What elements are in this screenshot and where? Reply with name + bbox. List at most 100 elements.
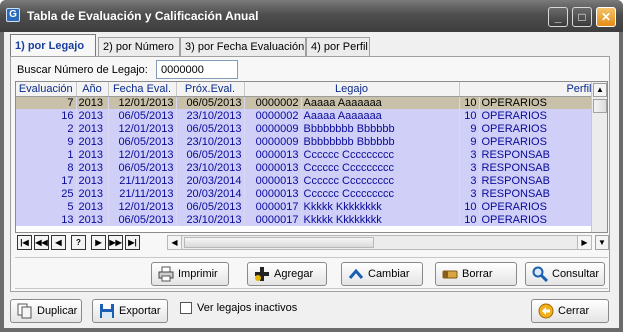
column-header-prox-eval[interactable]: Próx.Eval. xyxy=(176,82,245,97)
tab-label: 1) por Legajo xyxy=(15,40,85,52)
cell-evaluacion: 7 xyxy=(16,96,77,109)
tab-label: 3) por Fecha Evaluación xyxy=(185,41,305,53)
cell-legajo-nombre: Kkkkk Kkkkkkkk xyxy=(301,200,460,213)
cell-legajo-nombre: Aaaaa Aaaaaaa xyxy=(301,96,460,109)
cell-legajo-nombre: Bbbbbbbb Bbbbbb xyxy=(301,122,460,135)
cell-prox-eval: 20/03/2014 xyxy=(176,174,245,187)
cell-legajo-numero: 0000002 xyxy=(244,96,302,109)
nav-next-icon[interactable]: ▶ xyxy=(91,235,106,250)
column-header-anio[interactable]: Año xyxy=(76,82,109,97)
scroll-left-icon[interactable]: ◀ xyxy=(168,236,182,249)
grid-vertical-scrollbar[interactable]: ▲ xyxy=(591,82,607,232)
table-row[interactable]: 7 2013 12/01/2013 06/05/2013 0000002 Aaaaa Aa… xyxy=(16,96,595,109)
nav-help-icon[interactable]: ? xyxy=(71,235,86,250)
printer-icon xyxy=(158,266,174,282)
duplicar-button[interactable]: Duplicar xyxy=(10,299,82,323)
cell-prox-eval: 06/05/2013 xyxy=(176,122,245,135)
evaluations-grid[interactable]: Evaluación Año Fecha Eval. Próx.Eval. Le… xyxy=(15,81,608,233)
cell-anio: 2013 xyxy=(76,213,109,226)
cell-perfil: OPERARIOS xyxy=(479,109,595,122)
borrar-label: Borrar xyxy=(462,268,493,280)
cell-perfil: OPERARIOS xyxy=(479,135,595,148)
cambiar-button[interactable]: Cambiar xyxy=(341,262,423,286)
cell-fecha-eval: 12/01/2013 xyxy=(108,148,177,161)
cell-legajo-nombre: Aaaaa Aaaaaaa xyxy=(301,109,460,122)
back-arrow-icon xyxy=(538,303,554,319)
cell-fecha-eval: 06/05/2013 xyxy=(108,135,177,148)
cell-anio: 2013 xyxy=(76,200,109,213)
tab-por-fecha-evaluacion[interactable]: 3) por Fecha Evaluación xyxy=(180,37,306,56)
cell-prox-eval: 23/10/2013 xyxy=(176,135,245,148)
scroll-up-icon[interactable]: ▲ xyxy=(593,83,607,97)
cell-anio: 2013 xyxy=(76,135,109,148)
column-header-legajo[interactable]: Legajo xyxy=(244,82,460,97)
tab-por-legajo[interactable]: 1) por Legajo xyxy=(10,34,96,57)
maximize-button[interactable]: □ xyxy=(572,7,592,27)
cell-perfil-numero: 3 xyxy=(459,148,480,161)
checkbox-box[interactable] xyxy=(180,302,192,314)
tab-label: 2) por Número xyxy=(103,41,174,53)
cell-perfil: RESPONSAB xyxy=(479,148,595,161)
tab-por-numero[interactable]: 2) por Número xyxy=(98,37,180,56)
cell-perfil-numero: 10 xyxy=(459,109,480,122)
scroll-down-icon[interactable]: ▼ xyxy=(595,235,609,250)
cell-legajo-numero: 0000013 xyxy=(244,161,302,174)
cell-evaluacion: 2 xyxy=(16,122,77,135)
column-header-evaluacion[interactable]: Evaluación xyxy=(16,82,77,97)
cell-prox-eval: 06/05/2013 xyxy=(176,200,245,213)
borrar-button[interactable]: Borrar xyxy=(435,262,517,286)
nav-prev-icon[interactable]: ◀ xyxy=(51,235,66,250)
grid-horizontal-scrollbar[interactable]: ◀ ▶ xyxy=(167,235,592,250)
imprimir-button[interactable]: Imprimir xyxy=(151,262,229,286)
tab-por-perfil[interactable]: 4) por Perfil xyxy=(306,37,370,56)
agregar-button[interactable]: Agregar xyxy=(247,262,327,286)
table-row[interactable]: 2 2013 12/01/2013 06/05/2013 0000009 Bbbbbbbb… xyxy=(16,122,595,135)
cell-prox-eval: 23/10/2013 xyxy=(176,161,245,174)
tab-panel-por-legajo: Buscar Número de Legajo: Evaluación Año … xyxy=(10,56,610,292)
scroll-thumb[interactable] xyxy=(593,99,607,113)
cell-legajo-numero: 0000017 xyxy=(244,213,302,226)
cell-perfil: OPERARIOS xyxy=(479,200,595,213)
cell-anio: 2013 xyxy=(76,148,109,161)
title-bar[interactable]: G Tabla de Evaluación y Calificación Anu… xyxy=(0,0,623,32)
cell-evaluacion: 9 xyxy=(16,135,77,148)
nav-first-icon[interactable]: |◀ xyxy=(17,235,32,250)
evaluations-table: Evaluación Año Fecha Eval. Próx.Eval. Le… xyxy=(16,82,595,226)
duplicar-label: Duplicar xyxy=(37,305,78,317)
table-row[interactable]: 13 2013 06/05/2013 23/10/2013 0000017 Kkkkk K… xyxy=(16,213,595,226)
table-row[interactable]: 1 2013 12/01/2013 06/05/2013 0000013 Cccccc C… xyxy=(16,148,595,161)
column-header-fecha-eval[interactable]: Fecha Eval. xyxy=(108,82,177,97)
cell-legajo-nombre: Cccccc Ccccccccc xyxy=(301,161,460,174)
table-row[interactable]: 17 2013 21/11/2013 20/03/2014 0000013 Cccccc … xyxy=(16,174,595,187)
ver-legajos-inactivos-checkbox[interactable]: Ver legajos inactivos xyxy=(180,302,297,314)
cell-legajo-numero: 0000017 xyxy=(244,200,302,213)
column-header-perfil[interactable]: Perfil xyxy=(459,82,595,97)
search-legajo-input[interactable] xyxy=(156,60,238,79)
exportar-button[interactable]: Exportar xyxy=(92,299,168,323)
consultar-button[interactable]: Consultar xyxy=(525,262,605,286)
table-row[interactable]: 5 2013 12/01/2013 06/05/2013 0000017 Kkkkk Kk… xyxy=(16,200,595,213)
nav-next-page-icon[interactable]: ▶▶ xyxy=(108,235,123,250)
table-row[interactable]: 16 2013 06/05/2013 23/10/2013 0000002 Aaaaa A… xyxy=(16,109,595,122)
window-title: Tabla de Evaluación y Calificación Anual xyxy=(27,9,259,23)
cell-legajo-numero: 0000009 xyxy=(244,135,302,148)
cell-fecha-eval: 06/05/2013 xyxy=(108,109,177,122)
table-row[interactable]: 9 2013 06/05/2013 23/10/2013 0000009 Bbbbbbbb… xyxy=(16,135,595,148)
cell-prox-eval: 23/10/2013 xyxy=(176,213,245,226)
cell-perfil-numero: 9 xyxy=(459,135,480,148)
minimize-button[interactable]: _ xyxy=(548,7,568,27)
grid-navigator: |◀ ◀◀ ◀ ? ▶ ▶▶ ▶| ◀ ▶ ▼ xyxy=(15,235,609,251)
horizontal-scroll-thumb[interactable] xyxy=(184,237,374,248)
nav-prev-page-icon[interactable]: ◀◀ xyxy=(34,235,49,250)
scroll-right-icon[interactable]: ▶ xyxy=(577,236,591,249)
cambiar-label: Cambiar xyxy=(368,268,410,280)
cell-perfil: OPERARIOS xyxy=(479,96,595,109)
cell-fecha-eval: 12/01/2013 xyxy=(108,96,177,109)
cerrar-button[interactable]: Cerrar xyxy=(531,299,609,323)
chevron-up-icon xyxy=(348,266,364,282)
nav-last-icon[interactable]: ▶| xyxy=(125,235,140,250)
table-row[interactable]: 8 2013 06/05/2013 23/10/2013 0000013 Cccccc C… xyxy=(16,161,595,174)
close-button[interactable]: ✕ xyxy=(596,7,616,27)
cell-legajo-nombre: Bbbbbbbb Bbbbbb xyxy=(301,135,460,148)
table-row[interactable]: 25 2013 21/11/2013 20/03/2014 0000013 Cccccc … xyxy=(16,187,595,200)
